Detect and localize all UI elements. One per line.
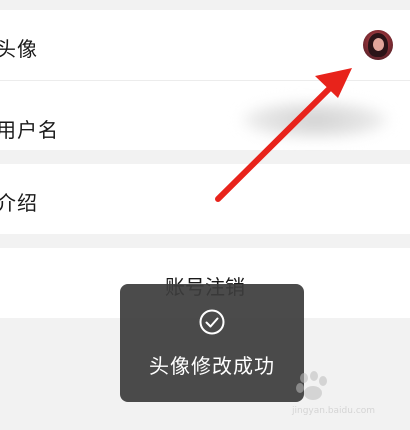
watermark-text: jingyan.baidu.com [292,406,376,416]
watermark: jingyan.baidu.com [292,370,402,420]
paw-icon [296,371,327,400]
toast-message: 头像修改成功 [149,354,275,378]
success-toast: 头像修改成功 [120,284,304,402]
check-circle-icon [199,309,225,335]
